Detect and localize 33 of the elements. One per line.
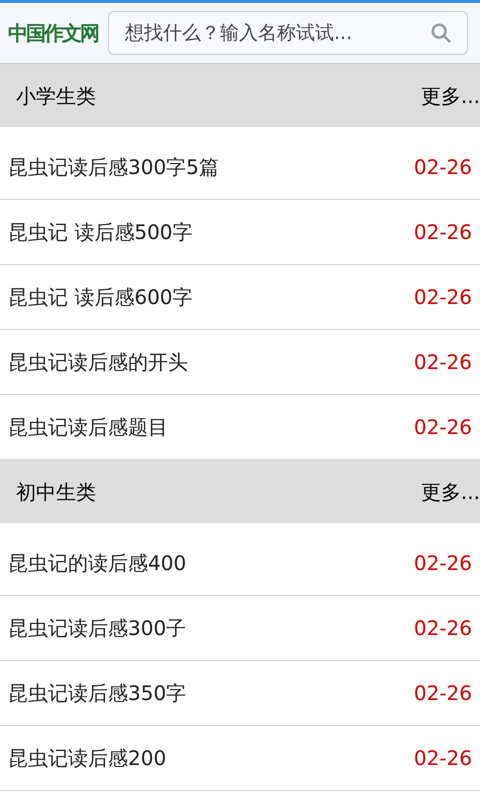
article-title[interactable]: 昆虫记读后感题目 [8,412,168,442]
article-title[interactable]: 昆虫记读后感200 [8,743,166,773]
article-row[interactable]: 昆虫记 读后感500字 02-26 [0,200,480,265]
article-date: 02-26 [414,349,472,376]
article-date: 02-26 [414,615,472,642]
more-link[interactable]: 更多... [420,80,480,110]
article-row[interactable]: 昆虫记的读后感400 02-26 [0,531,480,596]
article-date: 02-26 [414,550,472,577]
article-title[interactable]: 昆虫记 读后感600字 [8,282,193,312]
article-date: 02-26 [414,284,472,311]
article-row[interactable]: 昆虫记读后感的开头 02-26 [0,330,480,395]
section-title: 初中生类 [16,478,96,506]
article-date: 02-26 [414,414,472,441]
article-title[interactable]: 昆虫记读后感300字5篇 [8,152,219,182]
article-date: 02-26 [414,745,472,772]
more-link[interactable]: 更多... [420,476,480,506]
logo: 中国作文网 [8,20,100,47]
article-title[interactable]: 昆虫记读后感350字 [8,678,186,708]
article-title[interactable]: 昆虫记的读后感400 [8,548,186,578]
article-row[interactable]: 昆虫记读后感300子 02-26 [0,596,480,661]
article-title[interactable]: 昆虫记 读后感500字 [8,217,193,247]
search-field[interactable]: 想找什么？输入名称试试... [108,11,468,55]
section-title: 小学生类 [16,82,96,110]
article-row[interactable]: 昆虫记读后感300字5篇 02-26 [0,135,480,200]
article-date: 02-26 [414,219,472,246]
article-row[interactable]: 昆虫记读后感350字 02-26 [0,661,480,726]
article-date: 02-26 [414,154,472,181]
search-icon[interactable] [430,22,452,44]
article-row[interactable]: 昆虫记读后感200 02-26 [0,726,480,791]
article-date: 02-26 [414,680,472,707]
article-row[interactable]: 昆虫记 读后感600字 02-26 [0,265,480,330]
article-title[interactable]: 昆虫记读后感300子 [8,613,186,643]
article-title[interactable]: 昆虫记读后感的开头 [8,347,188,377]
